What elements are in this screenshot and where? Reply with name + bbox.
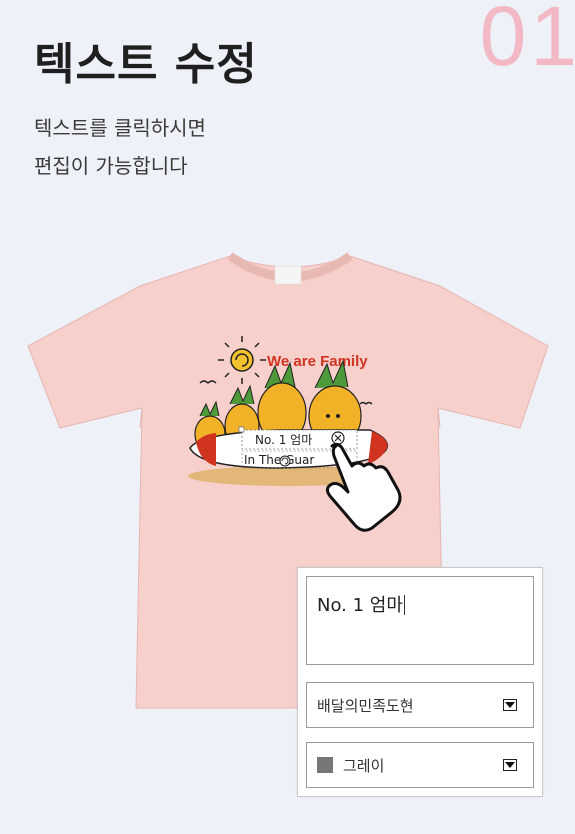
chevron-down-icon[interactable] xyxy=(503,699,517,711)
design-text-line1[interactable]: No. 1 엄마 xyxy=(255,433,312,447)
description-line-1: 텍스트를 클릭하시면 xyxy=(34,116,206,140)
text-input-value: No. 1 엄마 xyxy=(317,595,403,616)
step-number: 01 xyxy=(479,0,575,83)
page-title: 텍스트 수정 xyxy=(34,39,258,90)
font-select[interactable]: 배달의민족도현 xyxy=(306,682,534,728)
tshirt-label xyxy=(274,265,302,285)
description-line-2: 편집이 가능합니다 xyxy=(34,154,188,178)
design-headline: We are Family xyxy=(267,353,368,370)
text-input[interactable]: No. 1 엄마 xyxy=(306,576,534,665)
text-editor-panel: No. 1 엄마 배달의민족도현 그레이 xyxy=(297,567,543,797)
design-text-line2[interactable]: In The Guar xyxy=(244,453,314,467)
color-select-value: 그레이 xyxy=(343,756,385,775)
chevron-down-icon[interactable] xyxy=(503,759,517,771)
color-swatch xyxy=(317,757,333,773)
font-select-value: 배달의민족도현 xyxy=(317,696,414,715)
color-select[interactable]: 그레이 xyxy=(306,742,534,788)
text-caret xyxy=(403,595,405,615)
rotate-icon[interactable] xyxy=(279,455,291,467)
close-icon[interactable] xyxy=(331,431,345,445)
